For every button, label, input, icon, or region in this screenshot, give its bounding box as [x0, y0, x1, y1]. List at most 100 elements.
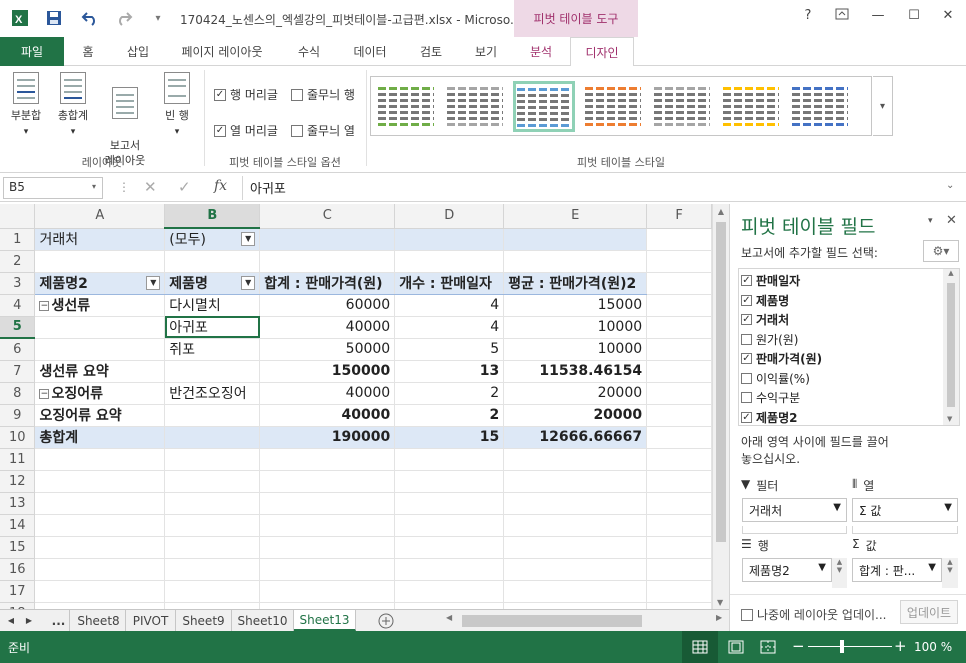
- row-headers-checkbox[interactable]: ✓ 행 머리글: [214, 86, 278, 103]
- cell[interactable]: [503, 470, 648, 493]
- tab-data[interactable]: 데이터: [344, 37, 396, 66]
- cell[interactable]: [646, 316, 712, 339]
- cell[interactable]: [503, 558, 648, 581]
- zoom-in-icon[interactable]: +: [894, 637, 907, 655]
- cell[interactable]: (모두) ▼: [164, 228, 261, 251]
- formula-content[interactable]: 아귀포: [250, 178, 286, 197]
- save-icon[interactable]: [42, 6, 66, 30]
- cell[interactable]: [646, 272, 712, 295]
- filter-dropdown-icon[interactable]: ▼: [241, 276, 256, 290]
- name-box[interactable]: B5: [3, 177, 103, 199]
- cell[interactable]: [503, 448, 648, 471]
- cell[interactable]: [164, 558, 261, 581]
- cell[interactable]: [503, 514, 648, 537]
- field-item[interactable]: ✓ 판매일자: [741, 272, 800, 289]
- cell[interactable]: [259, 470, 396, 493]
- field-scroll-up-icon[interactable]: ▲: [943, 269, 959, 277]
- pivot-style-swatch[interactable]: [513, 81, 575, 132]
- cell[interactable]: [164, 404, 261, 427]
- cell[interactable]: [259, 580, 396, 603]
- banded-rows-checkbox[interactable]: 줄무늬 행: [291, 86, 355, 103]
- tab-formulas[interactable]: 수식: [288, 37, 330, 66]
- zoom-out-icon[interactable]: −: [792, 637, 805, 655]
- cell[interactable]: [259, 492, 396, 515]
- cell[interactable]: 쥐포: [164, 338, 261, 361]
- namebox-dropdown-icon[interactable]: ▾: [92, 182, 96, 191]
- cell[interactable]: [259, 228, 396, 251]
- cell[interactable]: [646, 382, 712, 405]
- blank-rows-button[interactable]: 빈 행 ▾: [158, 72, 196, 140]
- sheet-tab-sheet9[interactable]: Sheet9: [176, 610, 232, 631]
- cell[interactable]: [259, 558, 396, 581]
- cell[interactable]: [646, 294, 712, 317]
- cell[interactable]: [164, 470, 261, 493]
- hscroll-left-icon[interactable]: ◀: [446, 613, 452, 622]
- tab-design[interactable]: 디자인: [570, 37, 634, 67]
- cell[interactable]: [646, 602, 712, 609]
- cell[interactable]: [646, 448, 712, 471]
- cell[interactable]: 10000: [503, 316, 648, 339]
- cell[interactable]: 개수 : 판매일자: [394, 272, 505, 295]
- select-all-corner[interactable]: [0, 204, 36, 229]
- cell[interactable]: [164, 514, 261, 537]
- cell[interactable]: [394, 536, 505, 559]
- expand-formula-icon[interactable]: ⌄: [946, 180, 954, 191]
- cell[interactable]: [34, 448, 166, 471]
- column-header[interactable]: F: [646, 204, 712, 229]
- pivot-style-gallery[interactable]: [370, 76, 872, 136]
- filter-dropdown-icon[interactable]: ▼: [146, 276, 161, 290]
- vertical-scrollbar[interactable]: ▲ ▼: [712, 204, 729, 609]
- zoom-slider-thumb[interactable]: [840, 640, 844, 653]
- cell[interactable]: 60000: [259, 294, 396, 317]
- cell[interactable]: 총합계: [34, 426, 166, 449]
- cell[interactable]: 아귀포: [164, 316, 261, 339]
- cell[interactable]: [394, 492, 505, 515]
- cell[interactable]: [646, 426, 712, 449]
- row-header[interactable]: 7: [0, 360, 36, 383]
- tab-insert[interactable]: 삽입: [118, 37, 158, 66]
- field-scroll-down-icon[interactable]: ▼: [947, 415, 952, 423]
- cell[interactable]: 50000: [259, 338, 396, 361]
- cell[interactable]: 40000: [259, 316, 396, 339]
- panel-options-icon[interactable]: ▾: [928, 216, 933, 226]
- cell[interactable]: 20000: [503, 404, 648, 427]
- row-header[interactable]: 4: [0, 294, 36, 317]
- filter-dropdown-icon[interactable]: ▼: [241, 232, 256, 247]
- row-header[interactable]: 10: [0, 426, 36, 449]
- cell[interactable]: 12666.66667: [503, 426, 648, 449]
- gallery-more-icon[interactable]: ▾: [873, 76, 893, 136]
- tab-view[interactable]: 보기: [466, 37, 506, 66]
- cell[interactable]: [646, 470, 712, 493]
- cell[interactable]: [34, 470, 166, 493]
- scroll-up-icon[interactable]: ▲: [713, 207, 729, 216]
- cell[interactable]: [34, 514, 166, 537]
- rows-area-scrollbar[interactable]: ▲ ▼: [832, 558, 847, 588]
- field-item[interactable]: ✓ 제품명: [741, 292, 789, 309]
- field-list-scrollbar[interactable]: ▲ ▼: [943, 269, 959, 425]
- cell[interactable]: 오징어류 요약: [34, 404, 166, 427]
- zoom-level[interactable]: 100 %: [914, 640, 952, 654]
- row-header[interactable]: 6: [0, 338, 36, 361]
- cell[interactable]: [646, 338, 712, 361]
- cell[interactable]: [394, 558, 505, 581]
- banded-columns-checkbox[interactable]: 줄무늬 열: [291, 122, 355, 139]
- field-item[interactable]: ✓ 거래처: [741, 311, 789, 328]
- pivot-style-swatch[interactable]: [720, 81, 782, 132]
- scroll-thumb[interactable]: [716, 222, 726, 542]
- row-header[interactable]: 8: [0, 382, 36, 405]
- cell[interactable]: [646, 580, 712, 603]
- row-header[interactable]: 2: [0, 250, 36, 273]
- cell[interactable]: 거래처: [34, 228, 166, 251]
- cell[interactable]: [394, 470, 505, 493]
- redo-icon[interactable]: [112, 6, 136, 30]
- row-header[interactable]: 3: [0, 272, 36, 295]
- pivot-style-swatch[interactable]: [582, 81, 644, 132]
- cell[interactable]: [34, 536, 166, 559]
- row-header[interactable]: 11: [0, 448, 36, 471]
- row-header[interactable]: 16: [0, 558, 36, 581]
- cell[interactable]: 11538.46154: [503, 360, 648, 383]
- cell[interactable]: [646, 492, 712, 515]
- cell[interactable]: 150000: [259, 360, 396, 383]
- field-item[interactable]: 원가(원): [741, 331, 798, 348]
- cell[interactable]: [164, 426, 261, 449]
